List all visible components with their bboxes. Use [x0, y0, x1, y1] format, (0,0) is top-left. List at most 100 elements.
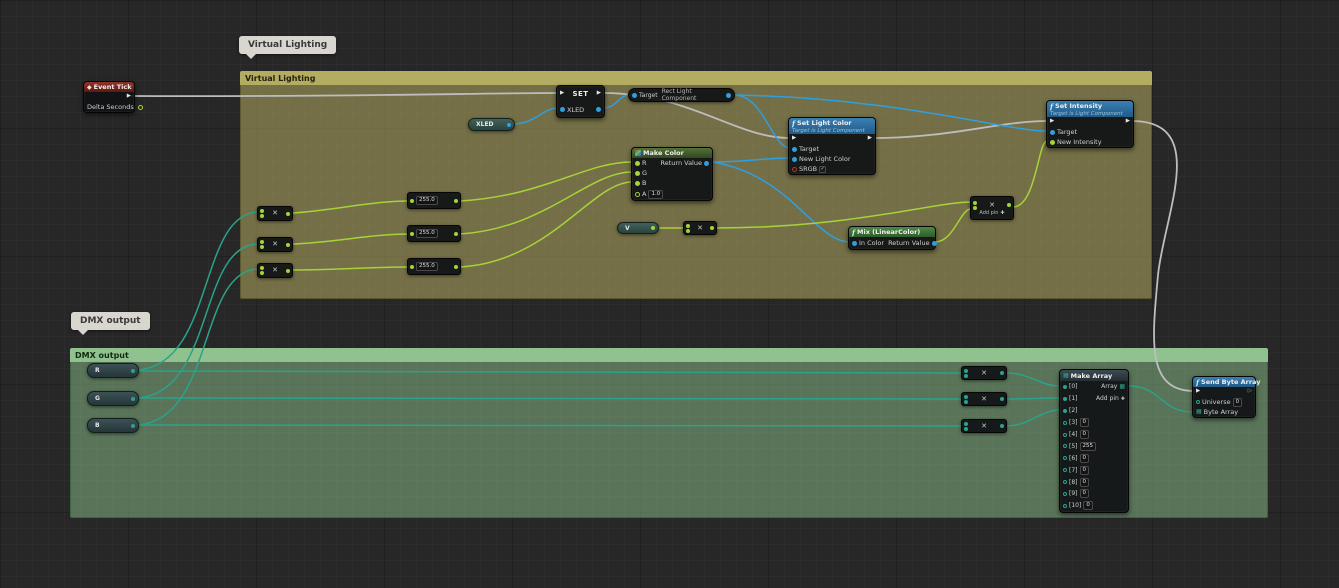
element-pin[interactable] [1063, 444, 1067, 448]
node-get-xled[interactable]: XLED [468, 118, 515, 131]
node-multiply[interactable]: ✕ [961, 392, 1007, 406]
exec-out-pin[interactable]: ▶ [597, 91, 601, 97]
exec-in-pin[interactable]: ▶ [792, 136, 796, 142]
xled-out-pin[interactable] [507, 123, 511, 127]
b-out-pin[interactable] [131, 424, 135, 428]
node-mix-linearcolor[interactable]: f Mix (LinearColor) In Color Return Valu… [848, 226, 936, 250]
element-pin[interactable] [1063, 433, 1067, 437]
node-multiply[interactable]: ✕ [257, 263, 293, 278]
node-set-intensity[interactable]: fSet Intensity Target is Light Component… [1046, 100, 1134, 148]
element-value-field[interactable]: 0 [1080, 466, 1090, 475]
node-get-g[interactable]: G [87, 391, 139, 406]
g-out-pin[interactable] [131, 397, 135, 401]
r-pin[interactable] [635, 161, 640, 166]
multiply-in-pin[interactable] [964, 374, 968, 378]
element-pin[interactable] [1063, 492, 1067, 496]
node-divide-255[interactable]: 255.0 [407, 192, 461, 209]
return-value-pin[interactable] [932, 241, 937, 246]
exec-out-pin[interactable]: ▶ [127, 94, 131, 100]
blueprint-canvas[interactable]: Virtual Lighting DMX output [0, 0, 1339, 588]
multiply-out-pin[interactable] [286, 212, 290, 216]
multiply-out-pin[interactable] [710, 226, 714, 230]
srgb-checkbox[interactable]: ✓ [819, 166, 826, 173]
node-set-light-color[interactable]: fSet Light Color Target is Light Compone… [788, 117, 876, 175]
node-divide-255[interactable]: 255.0 [407, 225, 461, 242]
comment-virtual-lighting-header[interactable]: Virtual Lighting [240, 71, 1152, 85]
multiply-in-pin[interactable] [686, 224, 690, 228]
node-get-r[interactable]: R [87, 363, 139, 378]
target-pin[interactable] [1050, 130, 1055, 135]
srgb-pin[interactable] [792, 167, 797, 172]
component-out-pin[interactable] [726, 93, 731, 98]
divide-in-pin[interactable] [410, 265, 414, 269]
return-value-pin[interactable] [704, 161, 709, 166]
a-pin[interactable] [635, 192, 640, 197]
comment-dmx-output-header[interactable]: DMX output [70, 348, 1268, 362]
multiply-out-pin[interactable] [1000, 424, 1004, 428]
element-pin[interactable] [1063, 504, 1067, 508]
multiply-in-pin[interactable] [260, 209, 264, 213]
multiply-out-pin[interactable] [286, 269, 290, 273]
exec-out-pin[interactable]: ▶ [1126, 119, 1130, 125]
node-rect-light-component[interactable]: Target Rect Light Component [628, 88, 735, 102]
element-value-field[interactable]: 0 [1080, 478, 1090, 487]
multiply-out-pin[interactable] [1007, 203, 1011, 207]
node-event-tick[interactable]: ◆ Event Tick ▶ Delta Seconds [83, 81, 135, 113]
array-out-pin[interactable]: ▦ [1119, 384, 1125, 390]
b-pin[interactable] [635, 181, 640, 186]
divide-value-field[interactable]: 255.0 [416, 262, 438, 271]
element-pin[interactable] [1063, 480, 1067, 484]
exec-in-pin[interactable]: ▶ [560, 91, 564, 97]
divide-value-field[interactable]: 255.0 [416, 196, 438, 205]
multiply-in-pin[interactable] [964, 395, 968, 399]
node-multiply[interactable]: ✕ [961, 366, 1007, 380]
node-get-v[interactable]: V [617, 222, 659, 234]
divide-value-field[interactable]: 255.0 [416, 229, 438, 238]
multiply-in-pin[interactable] [260, 214, 264, 218]
node-multiply[interactable]: ✕ [257, 206, 293, 221]
target-in-pin[interactable] [632, 93, 637, 98]
multiply-in-pin[interactable] [964, 400, 968, 404]
node-send-byte-array[interactable]: f Send Byte Array ▶ ▷ Universe 0 ▦ Byte … [1192, 376, 1256, 418]
node-make-color[interactable]: Make Color R Return Value G B A 1.0 [631, 147, 713, 201]
element-pin[interactable] [1063, 397, 1067, 401]
multiply-in-pin[interactable] [964, 369, 968, 373]
node-get-b[interactable]: B [87, 418, 139, 433]
new-intensity-pin[interactable] [1050, 140, 1055, 145]
byte-array-pin[interactable]: ▦ [1196, 409, 1202, 415]
xled-out-pin[interactable] [596, 107, 601, 112]
multiply-in-pin[interactable] [260, 266, 264, 270]
node-divide-255[interactable]: 255.0 [407, 258, 461, 275]
multiply-out-pin[interactable] [1000, 397, 1004, 401]
divide-in-pin[interactable] [410, 199, 414, 203]
node-make-array[interactable]: ▦ Make Array [0] Array ▦ [1] Add pin ✚ [… [1059, 369, 1129, 513]
divide-out-pin[interactable] [454, 265, 458, 269]
multiply-in-pin[interactable] [973, 206, 977, 210]
divide-out-pin[interactable] [454, 199, 458, 203]
node-multiply[interactable]: ✕ [961, 419, 1007, 433]
a-value-field[interactable]: 1.0 [648, 190, 663, 199]
multiply-in-pin[interactable] [260, 245, 264, 249]
in-color-pin[interactable] [852, 241, 857, 246]
multiply-in-pin[interactable] [964, 422, 968, 426]
exec-in-pin[interactable]: ▶ [1050, 119, 1054, 125]
divide-out-pin[interactable] [454, 232, 458, 236]
multiply-in-pin[interactable] [260, 271, 264, 275]
element-value-field[interactable]: 0 [1080, 489, 1090, 498]
element-pin[interactable] [1063, 421, 1067, 425]
multiply-in-pin[interactable] [260, 240, 264, 244]
universe-pin[interactable] [1196, 400, 1200, 404]
element-value-field[interactable]: 0 [1083, 501, 1093, 510]
node-multiply[interactable]: ✕ [683, 221, 717, 235]
multiply-out-pin[interactable] [286, 243, 290, 247]
exec-in-pin[interactable]: ▶ [1196, 389, 1200, 395]
element-value-field[interactable]: 255 [1080, 442, 1097, 451]
element-value-field[interactable]: 0 [1080, 454, 1090, 463]
element-value-field[interactable]: 0 [1080, 430, 1090, 439]
target-pin[interactable] [792, 147, 797, 152]
element-pin[interactable] [1063, 468, 1067, 472]
delta-seconds-pin[interactable] [138, 105, 143, 110]
xled-in-pin[interactable] [560, 107, 565, 112]
node-multiply-addpin[interactable]: ✕ Add pin ✚ [970, 196, 1014, 220]
add-pin-label[interactable]: Add pin [1096, 395, 1119, 402]
